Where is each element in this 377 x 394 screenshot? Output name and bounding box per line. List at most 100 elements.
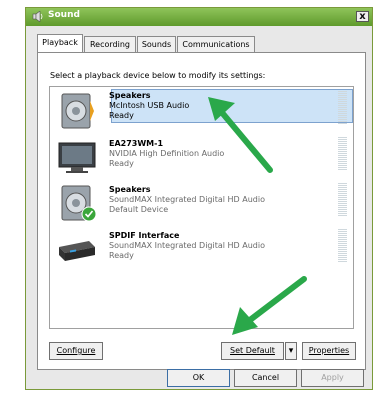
meter-bar [338,249,347,250]
tab-communications[interactable]: Communications [177,36,255,52]
meter-bar [338,189,347,190]
meter-bar [338,207,347,208]
annotation-arrow-icon [208,97,273,173]
meter-bar [338,243,347,244]
speaker-icon [61,93,94,129]
meter-bar [338,91,347,92]
meter-bar [338,247,347,248]
meter-bar [338,205,347,206]
meter-bar [338,183,347,184]
meter-bar [338,191,347,192]
tab-playback[interactable]: Playback [37,34,83,53]
meter-bar [338,235,347,236]
meter-bar [338,199,347,200]
device-text: Speakers McIntosh USB Audio Ready [109,91,189,121]
meter-bar [338,95,347,96]
meter-bar [338,153,347,154]
device-driver: SoundMAX Integrated Digital HD Audio [109,195,265,204]
playback-panel: Select a playback device below to modify… [37,52,366,370]
meter-bar [338,245,347,246]
device-row-default-speakers[interactable]: Speakers SoundMAX Integrated Digital HD … [52,181,351,225]
level-meter [338,137,347,171]
meter-bar [338,167,347,168]
device-name: Speakers [109,185,151,194]
instructions-text: Select a playback device below to modify… [50,71,266,80]
set-default-button[interactable]: Set Default [221,342,284,360]
meter-bar [338,113,347,114]
meter-bar [338,261,347,262]
device-status: Ready [109,251,134,260]
properties-label: Properties [308,346,350,355]
device-driver: McIntosh USB Audio [109,101,190,110]
device-row-monitor[interactable]: EA273WM-1 NVIDIA High Definition Audio R… [52,135,351,179]
meter-bar [338,117,347,118]
meter-bar [338,187,347,188]
meter-bar [338,251,347,252]
meter-bar [338,161,347,162]
configure-button[interactable]: Configure [49,342,103,360]
device-name: SPDIF Interface [109,231,180,240]
meter-bar [338,149,347,150]
meter-bar [338,193,347,194]
sound-icon [32,11,43,22]
window-title: Sound [48,10,80,20]
meter-bar [338,163,347,164]
device-driver: SoundMAX Integrated Digital HD Audio [109,241,265,250]
properties-button[interactable]: Properties [302,342,356,360]
meter-bar [338,123,347,124]
device-text: SPDIF Interface SoundMAX Integrated Digi… [109,231,265,261]
device-list[interactable]: Speakers McIntosh USB Audio Ready EA273W… [49,86,354,329]
meter-bar [338,169,347,170]
meter-bar [338,159,347,160]
meter-bar [338,237,347,238]
set-default-dropdown[interactable]: ▾ [285,342,297,360]
tab-sounds[interactable]: Sounds [137,36,176,52]
meter-bar [338,213,347,214]
meter-bar [338,103,347,104]
meter-bar [338,109,347,110]
meter-bar [338,185,347,186]
ok-button[interactable]: OK [167,369,230,387]
meter-bar [338,195,347,196]
device-name: Speakers [109,91,151,100]
tab-recording[interactable]: Recording [84,36,136,52]
meter-bar [338,233,347,234]
meter-bar [338,157,347,158]
meter-bar [338,257,347,258]
meter-bar [338,107,347,108]
meter-bar [338,115,347,116]
device-row-mcintosh[interactable]: Speakers McIntosh USB Audio Ready [52,89,353,133]
meter-bar [338,119,347,120]
monitor-icon [58,142,96,173]
cancel-button[interactable]: Cancel [234,369,297,387]
meter-bar [338,121,347,122]
sound-dialog: Sound x Playback Recording Sounds Commun… [25,7,373,390]
apply-button[interactable]: Apply [301,369,364,387]
meter-bar [338,101,347,102]
speaker-default-icon [61,185,97,222]
title-bar[interactable]: Sound x [26,8,372,26]
device-row-spdif[interactable]: SPDIF Interface SoundMAX Integrated Digi… [52,227,351,271]
meter-bar [338,141,347,142]
meter-bar [338,201,347,202]
close-button[interactable]: x [356,11,369,22]
meter-bar [338,259,347,260]
level-meter [338,229,347,263]
meter-bar [338,137,347,138]
device-status: Ready [109,111,134,120]
meter-bar [338,151,347,152]
meter-bar [338,215,347,216]
set-default-label: Set Default [230,346,275,355]
configure-label: Configure [56,346,96,355]
meter-bar [338,111,347,112]
meter-bar [338,145,347,146]
meter-bar [338,241,347,242]
meter-bar [338,165,347,166]
meter-bar [338,255,347,256]
meter-bar [338,147,347,148]
spdif-device-icon [59,241,95,261]
meter-bar [338,139,347,140]
meter-bar [338,229,347,230]
meter-bar [338,197,347,198]
meter-bar [338,239,347,240]
